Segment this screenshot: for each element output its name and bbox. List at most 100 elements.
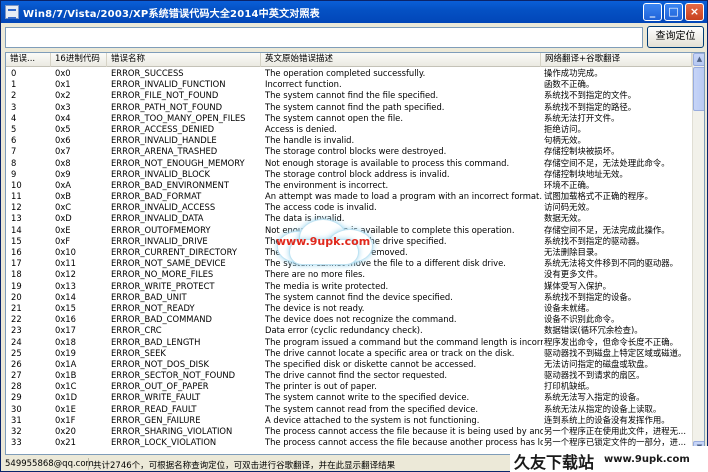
cell-error-name: ERROR_BAD_LENGTH [111,336,201,347]
minimize-button[interactable]: _ [643,3,662,21]
table-row[interactable]: 32 0x20 ERROR_SHARING_VIOLATION The process… [6,426,692,437]
search-input[interactable] [5,27,643,48]
cell-error-number: 21 [11,302,22,313]
cell-error-number: 19 [11,280,22,291]
table-row[interactable]: 6 0x6 ERROR_INVALID_HANDLE The handle is in… [6,135,692,146]
cell-error-number: 25 [11,347,22,358]
maximize-button[interactable]: □ [664,3,683,21]
cell-hex-code: 0x1C [55,381,77,392]
column-header-error-number[interactable]: 错误... [6,53,51,67]
column-header-hex-code[interactable]: 16进制代码 [51,53,107,67]
table-row[interactable]: 21 0x15 ERROR_NOT_READY The device is not r… [6,303,692,314]
scrollbar-thumb[interactable] [693,67,704,111]
table-row[interactable]: 29 0x1D ERROR_WRITE_FAULT The system cannot… [6,392,692,403]
cell-translation: 连到系统上的设备没有发挥作用。 [544,414,670,425]
cell-hex-code: 0x13 [55,280,76,291]
cell-error-number: 33 [11,437,22,448]
cell-error-name: ERROR_WRITE_FAULT [111,392,201,403]
table-row[interactable]: 4 0x4 ERROR_TOO_MANY_OPEN_FILES The system … [6,113,692,124]
table-row[interactable]: 26 0x1A ERROR_NOT_DOS_DISK The specified di… [6,359,692,370]
cell-hex-code: 0xE [55,224,71,235]
cell-error-name: ERROR_CRC [111,325,162,336]
table-row[interactable]: 18 0x12 ERROR_NO_MORE_FILES There are no mo… [6,269,692,280]
scroll-up-arrow-icon[interactable]: ▲ [693,53,704,66]
table-row[interactable]: 7 0x7 ERROR_ARENA_TRASHED The storage contr… [6,146,692,157]
table-row[interactable]: 5 0x5 ERROR_ACCESS_DENIED Access is denied.… [6,124,692,135]
cell-error-number: 32 [11,426,22,436]
cell-error-number: 1 [11,79,17,90]
column-header-error-name[interactable]: 错误名称 [107,53,261,67]
cell-english-description: The storage control block address is inv… [265,168,450,179]
cell-english-description: Not enough storage is available to proce… [265,157,510,168]
cell-hex-code: 0xA [55,179,72,190]
table-row[interactable]: 24 0x18 ERROR_BAD_LENGTH The program issued… [6,337,692,348]
cell-error-name: ERROR_READ_FAULT [111,403,197,414]
table-row[interactable]: 0 0x0 ERROR_SUCCESS The operation completed… [6,68,692,79]
cell-error-name: ERROR_ACCESS_DENIED [111,123,215,134]
table-row[interactable]: 9 0x9 ERROR_INVALID_BLOCK The storage contr… [6,169,692,180]
cell-english-description: The system cannot find the device specif… [265,291,453,302]
table-row[interactable]: 28 0x1C ERROR_OUT_OF_PAPER The printer is o… [6,381,692,392]
cell-error-name: ERROR_FILE_NOT_FOUND [111,90,219,101]
cell-english-description: A device attached to the system is not f… [265,414,480,425]
cell-error-number: 0 [11,68,17,78]
table-row[interactable]: 8 0x8 ERROR_NOT_ENOUGH_MEMORY Not enough st… [6,158,692,169]
cell-english-description: Incorrect function. [265,79,342,90]
table-header: 错误... 16进制代码 错误名称 英文原始错误描述 网络翻译+谷歌翻译 [6,53,692,67]
cell-error-number: 5 [11,123,17,134]
cell-translation: 没有更多文件。 [544,269,603,280]
table-row[interactable]: 1 0x1 ERROR_INVALID_FUNCTION Incorrect func… [6,79,692,90]
table-row[interactable]: 23 0x17 ERROR_CRC Data error (cyclic redund… [6,325,692,336]
search-locate-button[interactable]: 查询定位 [647,26,704,48]
cell-english-description: The system cannot find the path specifie… [265,101,445,112]
column-header-english-description[interactable]: 英文原始错误描述 [261,53,541,67]
cell-english-description: The system cannot write to the specified… [265,392,470,403]
close-button[interactable]: × [685,3,704,21]
title-bar[interactable]: Win8/7/Vista/2003/XP系统错误代码大全2014中英文对照表 _… [1,1,707,23]
vertical-scrollbar[interactable]: ▲ ▼ [692,53,704,454]
table-row[interactable]: 11 0xB ERROR_BAD_FORMAT An attempt was made… [6,191,692,202]
cell-error-number: 8 [11,157,17,168]
table-row[interactable]: 27 0x1B ERROR_SECTOR_NOT_FOUND The drive ca… [6,370,692,381]
watermark-site-url: www.9upk.com [604,454,690,465]
table-row[interactable]: 20 0x14 ERROR_BAD_UNIT The system cannot fi… [6,292,692,303]
table-row[interactable]: 22 0x16 ERROR_BAD_COMMAND The device does n… [6,314,692,325]
cell-hex-code: 0xF [55,235,71,246]
cell-translation: 存储控制块地址无效。 [544,168,628,179]
cell-error-name: ERROR_BAD_FORMAT [111,191,202,202]
overlay-watermark-text: www.9upk.com [275,235,371,248]
cell-hex-code: 0x15 [55,302,76,313]
cell-translation: 系统找不到指定的路径。 [544,101,637,112]
cell-error-number: 7 [11,146,17,157]
cell-hex-code: 0x6 [55,135,71,146]
table-row[interactable]: 10 0xA ERROR_BAD_ENVIRONMENT The environmen… [6,180,692,191]
cell-error-number: 2 [11,90,17,101]
cell-english-description: The access code is invalid. [265,202,377,213]
cell-hex-code: 0x2 [55,90,71,101]
table-row[interactable]: 19 0x13 ERROR_WRITE_PROTECT The media is wr… [6,281,692,292]
cell-translation: 驱动器找不到磁盘上特定区域或磁道。 [544,347,687,358]
cell-hex-code: 0x1F [55,414,76,425]
table-row[interactable]: 12 0xC ERROR_INVALID_ACCESS The access code… [6,202,692,213]
cell-hex-code: 0x1A [55,358,77,369]
cell-error-number: 11 [11,191,22,202]
app-icon [5,5,19,19]
cell-error-number: 12 [11,202,22,213]
cell-translation: 程序发出命令，但命令长度不正确。 [544,336,678,347]
cell-error-name: ERROR_SUCCESS [111,68,184,78]
table-row[interactable]: 25 0x19 ERROR_SEEK The drive cannot locate … [6,348,692,359]
cell-translation: 存储控制块被损坏。 [544,146,620,157]
table-row[interactable]: 31 0x1F ERROR_GEN_FAILURE A device attached… [6,415,692,426]
table-row[interactable]: 2 0x2 ERROR_FILE_NOT_FOUND The system canno… [6,90,692,101]
cell-error-number: 27 [11,370,22,381]
app-window: Win8/7/Vista/2003/XP系统错误代码大全2014中英文对照表 _… [0,0,708,472]
watermark-site-name: 久友下载站 [514,453,595,472]
table-row[interactable]: 3 0x3 ERROR_PATH_NOT_FOUND The system canno… [6,102,692,113]
cell-english-description: The process cannot access the file becau… [265,437,543,448]
column-header-translation[interactable]: 网络翻译+谷歌翻译 [541,53,692,67]
table-row[interactable]: 30 0x1E ERROR_READ_FAULT The system cannot … [6,404,692,415]
cell-hex-code: 0x1D [55,392,78,403]
cell-english-description: The storage control blocks were destroye… [265,146,447,157]
cell-translation: 数据错误(循环冗余检查)。 [544,325,643,336]
cell-error-name: ERROR_INVALID_HANDLE [111,135,217,146]
